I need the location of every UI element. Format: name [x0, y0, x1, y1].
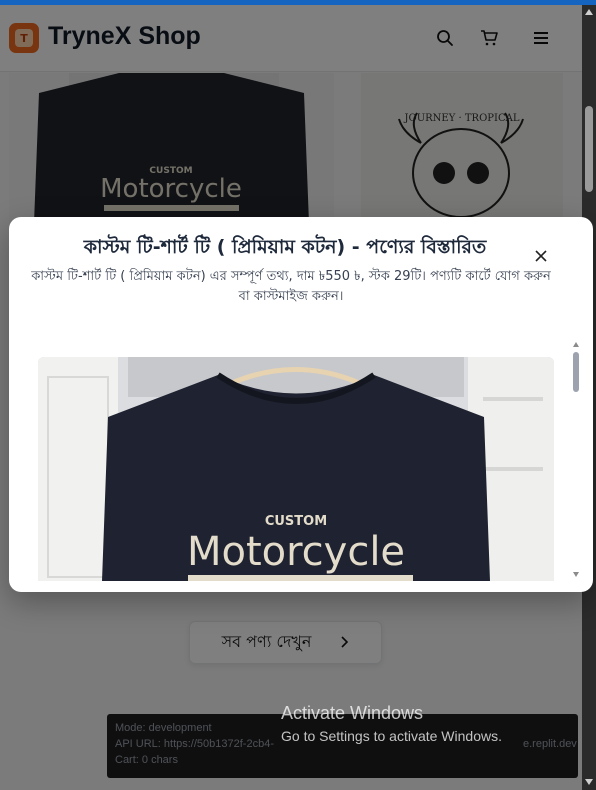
scroll-down-arrow-icon[interactable] — [585, 779, 593, 785]
close-icon[interactable] — [531, 246, 551, 266]
scroll-up-arrow-icon[interactable] — [585, 9, 593, 15]
image-text-main: Motorcycle — [187, 529, 405, 575]
modal-title: কাস্টম টি-শার্ট টি ( প্রিমিয়াম কটন) - প… — [83, 236, 487, 258]
modal-scrollbar[interactable] — [570, 337, 582, 582]
windows-activation-watermark: Activate Windows Go to Settings to activ… — [281, 703, 502, 744]
watermark-title: Activate Windows — [281, 703, 424, 723]
watermark-subtitle: Go to Settings to activate Windows. — [281, 728, 502, 744]
scrollbar-thumb[interactable] — [585, 106, 593, 192]
modal-description: কাস্টম টি-শার্ট টি ( প্রিমিয়াম কটন) এর … — [31, 269, 551, 304]
modal-scroll-up-icon[interactable] — [573, 342, 579, 347]
product-detail-modal: কাস্টম টি-শার্ট টি ( প্রিমিয়াম কটন) - প… — [9, 217, 593, 592]
product-main-image: CUSTOM Motorcycle — [38, 357, 554, 581]
modal-scrollbar-thumb[interactable] — [573, 352, 579, 392]
modal-scroll-area[interactable]: CUSTOM Motorcycle — [9, 337, 593, 592]
modal-scroll-down-icon[interactable] — [573, 572, 579, 577]
image-text-top: CUSTOM — [265, 514, 327, 529]
